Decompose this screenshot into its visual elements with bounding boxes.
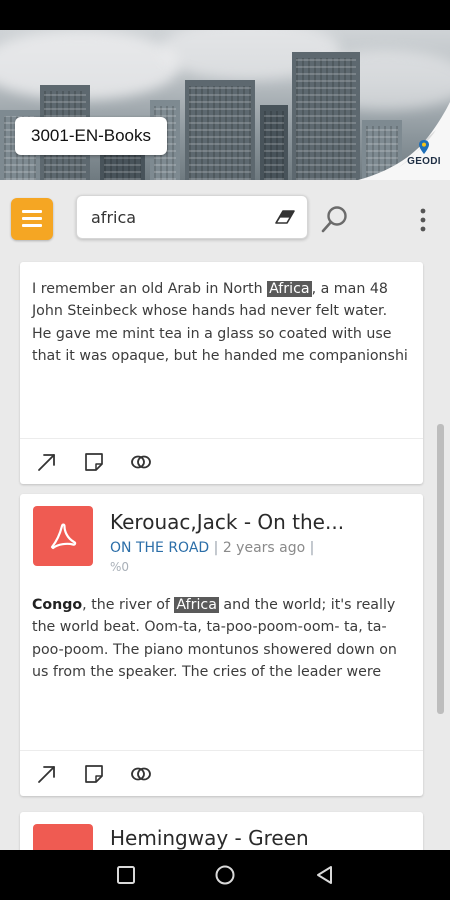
logo-wordmark: GEODI [407,156,441,167]
document-title[interactable]: Kerouac,Jack - On the... [110,510,344,534]
hamburger-menu-icon [22,210,42,213]
search-box [76,195,308,239]
home-icon[interactable] [214,864,236,886]
snippet-text: I remember an old Arab in North [32,281,268,297]
system-nav-bar [0,850,450,900]
result-card[interactable]: I remember an old Arab in North Africa, … [20,262,423,484]
results-list[interactable]: I remember an old Arab in North Africa, … [0,256,450,850]
search-input[interactable] [91,196,271,238]
result-card[interactable]: Kerouac,Jack - On the... ON THE ROAD | 2… [20,494,423,796]
related-icon[interactable] [130,763,152,785]
separator: | [309,540,315,556]
snippet-bold: Congo [32,597,83,613]
result-actions [20,438,423,484]
result-actions [20,750,423,796]
pdf-icon [33,824,93,850]
recent-apps-icon[interactable] [115,864,137,886]
location-pin-icon [419,140,429,154]
eraser-icon[interactable] [275,210,295,224]
document-percent: %0 [110,560,130,574]
result-snippet: Congo, the river of Africa and the world… [32,594,409,683]
search-highlight: Africa [267,281,312,297]
building [185,80,255,180]
building [260,105,288,180]
scrollbar[interactable] [437,424,444,714]
search-icon[interactable] [320,204,350,234]
document-date: 2 years ago [222,540,306,556]
more-options-icon[interactable] [414,206,432,234]
result-snippet: I remember an old Arab in North Africa, … [32,278,409,367]
document-meta: ON THE ROAD | 2 years ago | [110,538,350,558]
status-bar [0,0,450,30]
note-icon[interactable] [83,451,105,473]
library-badge[interactable]: 3001-EN-Books [15,117,168,155]
note-icon[interactable] [83,763,105,785]
document-subtitle: ON THE ROAD [110,540,210,556]
pdf-icon [33,506,93,566]
result-card[interactable]: Hemingway - Green [20,812,423,850]
back-icon[interactable] [314,864,336,886]
open-external-icon[interactable] [36,451,58,473]
open-external-icon[interactable] [36,763,58,785]
snippet-text: , the river of [82,597,175,613]
fog [0,30,180,100]
toolbar [0,180,450,256]
menu-button[interactable] [11,198,53,240]
hamburger-line [22,217,42,220]
separator: | [213,540,219,556]
geodi-logo: GEODI [406,138,442,176]
hamburger-line [22,224,42,227]
header-banner: 3001-EN-Books GEODI [0,30,450,180]
search-highlight: Africa [174,597,219,613]
document-title[interactable]: Hemingway - Green [110,826,309,850]
building [292,52,360,180]
related-icon[interactable] [130,451,152,473]
